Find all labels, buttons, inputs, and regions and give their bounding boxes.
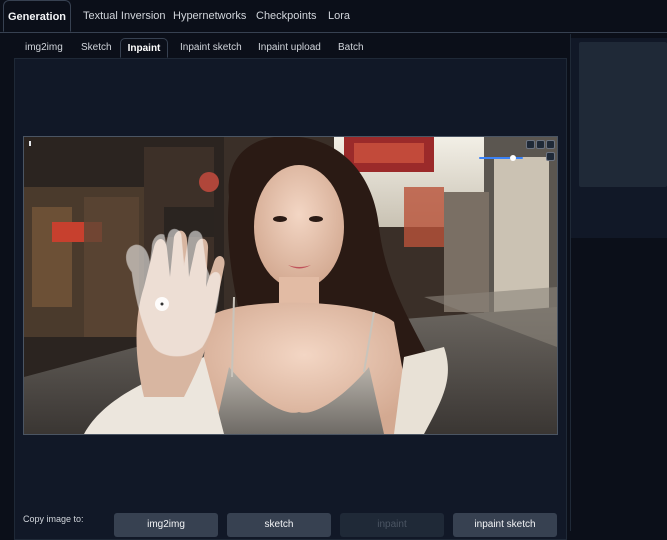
tab-lora[interactable]: Lora [328, 0, 350, 32]
copy-to-inpaint-button: inpaint [340, 513, 444, 537]
subtab-inpaint[interactable]: Inpaint [120, 38, 168, 58]
source-image [24, 137, 557, 434]
tab-generation[interactable]: Generation [3, 0, 71, 32]
tab-checkpoints[interactable]: Checkpoints [256, 0, 317, 32]
clear-icon[interactable] [536, 140, 545, 149]
sub-tab-bar: img2img Sketch Inpaint Inpaint sketch In… [14, 38, 567, 59]
top-tab-bar: Generation Textual Inversion Hypernetwor… [0, 0, 667, 33]
tab-textual-inversion[interactable]: Textual Inversion [83, 0, 166, 32]
brush-size-knob[interactable] [510, 155, 516, 161]
subtab-sketch[interactable]: Sketch [81, 38, 112, 58]
tab-hypernetworks[interactable]: Hypernetworks [173, 0, 246, 32]
output-placeholder [579, 42, 667, 187]
brush-size-slider[interactable] [479, 157, 523, 159]
subtab-batch[interactable]: Batch [338, 38, 364, 58]
info-icon [29, 141, 31, 146]
undo-icon[interactable] [526, 140, 535, 149]
close-icon[interactable] [546, 140, 555, 149]
inpaint-canvas[interactable] [23, 136, 558, 435]
copy-image-label: Copy image to: [23, 514, 84, 524]
copy-to-sketch-button[interactable]: sketch [227, 513, 331, 537]
subtab-img2img[interactable]: img2img [25, 38, 63, 58]
subtab-inpaint-sketch[interactable]: Inpaint sketch [180, 38, 242, 58]
copy-to-img2img-button[interactable]: img2img [114, 513, 218, 537]
subtab-inpaint-upload[interactable]: Inpaint upload [258, 38, 321, 58]
copy-to-inpaint-sketch-button[interactable]: inpaint sketch [453, 513, 557, 537]
brush-icon[interactable] [546, 152, 555, 161]
